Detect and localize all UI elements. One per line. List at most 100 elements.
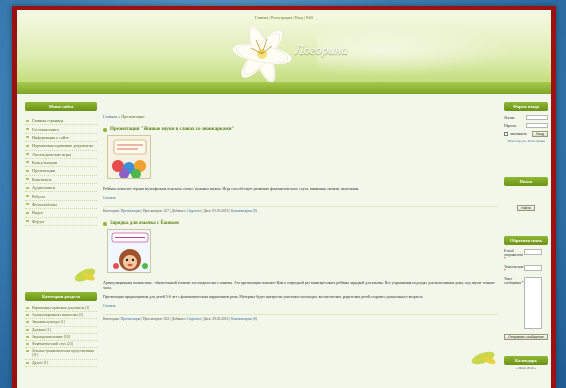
meta-comments-link[interactable]: Комментарии (0): [231, 209, 257, 213]
send-message-button[interactable]: Отправить сообщение: [504, 334, 548, 340]
right-sidebar: Форма входа Логин: Пароль: запомнить Вхо…: [504, 102, 548, 370]
meta-category-link[interactable]: Презентации: [120, 209, 140, 213]
remember-label: запомнить: [510, 132, 527, 136]
categories-title: Категории раздела: [25, 292, 97, 301]
menu-item-presentations[interactable]: Презентации: [25, 167, 97, 176]
site-title[interactable]: Логорина: [295, 42, 348, 58]
entry-text: Ребёнок помогает героям мультфильма отыс…: [103, 187, 360, 191]
meta-author-link[interactable]: Llogorina: [187, 209, 201, 213]
header-swirl-decoration: [317, 20, 537, 80]
menu-item-notes[interactable]: Конспекты: [25, 176, 97, 184]
calendar-month[interactable]: « Март 2016 »: [504, 366, 548, 370]
message-label: Текст сообщения *: [504, 277, 524, 285]
password-row: Пароль:: [504, 123, 548, 128]
search-block: Поиск Найти: [504, 177, 548, 214]
leaf-decoration-icon: [471, 351, 496, 365]
menu-item-audio[interactable]: Аудиозаписи: [25, 184, 97, 193]
entry-title[interactable]: Презентация "Живые звуки в словах со зво…: [103, 127, 497, 132]
password-input[interactable]: [526, 123, 548, 128]
hedgehog-thumbnail-icon: [108, 230, 150, 272]
breadcrumb-home-link[interactable]: Главная: [103, 114, 117, 119]
menu-item-video[interactable]: Видео: [25, 209, 97, 218]
message-field[interactable]: [524, 277, 542, 329]
search-button[interactable]: Найти: [517, 205, 535, 211]
meta-category-label: Категория:: [103, 209, 121, 213]
site-header: Главная | Регистрация | Вход | RSS Логор…: [17, 10, 551, 92]
entry-thumbnail[interactable]: [107, 229, 151, 273]
login-input[interactable]: [526, 115, 548, 120]
category-item[interactable]: Звуковая культура [1]: [25, 319, 97, 327]
meta-date: | Дата: 29.02.2016 |: [200, 317, 231, 321]
menu-item-photoalbums[interactable]: Фотоальбомы: [25, 201, 97, 210]
menu-item-games[interactable]: Логопедические игры: [25, 151, 97, 159]
meta-views: | Просмотров: 227 | Добавил:: [140, 209, 187, 213]
cartoon-thumbnail-icon: [108, 136, 150, 178]
entry-title-text[interactable]: Зарядка для язычка с Ёжиком: [110, 221, 179, 226]
menu-item-documents[interactable]: Нормативно-правовые документы: [25, 142, 97, 151]
forgot-register-links[interactable]: Забыл пароль | Регистрация: [504, 139, 548, 143]
meta-category-link[interactable]: Презентации: [120, 317, 140, 321]
contact-submit-row: Отправить сообщение: [504, 334, 548, 340]
subject-field[interactable]: [524, 265, 542, 271]
site-frame: Главная | Регистрация | Вход | RSS Логор…: [12, 6, 556, 388]
menu-block-title: Меню сайта: [25, 102, 97, 111]
meta-category-label: Категория:: [103, 317, 121, 321]
entry-text: Презентация предназначена для детей 5-6 …: [103, 295, 424, 299]
login-block-title: Форма входа: [504, 102, 548, 111]
category-item[interactable]: Нормативно-правовые документы [1]: [25, 305, 97, 313]
menu-item-home[interactable]: Главная страница: [25, 117, 97, 126]
page: Главная | Регистрация | Вход | RSS Логор…: [17, 10, 551, 388]
email-row: E-mail отправителя *: [504, 249, 548, 261]
entry-meta: Категория: Презентации | Просмотров: 343…: [103, 314, 497, 321]
left-sidebar: Меню сайта Главная страница Гостевая кни…: [25, 102, 97, 226]
breadcrumb-current: Презентации: [121, 114, 145, 119]
entry-title[interactable]: Зарядка для язычка с Ёжиком: [103, 221, 497, 226]
category-item[interactable]: Другое [1]: [25, 360, 97, 367]
meta-views: | Просмотров: 343 | Добавил:: [140, 317, 187, 321]
calendar-block: Календарь « Март 2016 »: [504, 356, 548, 370]
subject-row: Тема письма *: [504, 265, 548, 273]
site-menu: Главная страница Гостевая книга Информац…: [25, 117, 97, 226]
category-item[interactable]: Дыхание [1]: [25, 327, 97, 334]
entry-download-link[interactable]: Скачать: [103, 304, 497, 308]
entry-text: Артикуляционная гимнастика - обязательны…: [103, 281, 495, 290]
meta-comments-link[interactable]: Комментарии (0): [231, 317, 257, 321]
entry-download-link[interactable]: Скачать: [103, 196, 497, 200]
login-form: Логин: Пароль: запомнить Вход Забыл паро…: [504, 115, 548, 143]
login-submit-button[interactable]: Вход: [532, 131, 548, 137]
meta-author-link[interactable]: Llogorina: [187, 317, 201, 321]
category-item[interactable]: Лексико-грамматические представления [11…: [25, 348, 97, 360]
categories-block: Категории раздела Нормативно-правовые до…: [25, 292, 97, 367]
contact-form: E-mail отправителя * Тема письма * Текст…: [504, 249, 548, 340]
message-row: Текст сообщения *: [504, 277, 548, 329]
entry-bullet-icon: [103, 127, 107, 132]
search-row: Найти: [504, 196, 548, 214]
entry-thumbnail[interactable]: [107, 135, 151, 179]
email-field[interactable]: [524, 249, 542, 255]
category-item[interactable]: Фонематический слух [23]: [25, 341, 97, 349]
leaf-decoration-icon: [74, 268, 96, 282]
email-label: E-mail отправителя *: [504, 249, 523, 261]
category-item[interactable]: Звукопроизношение [10]: [25, 334, 97, 342]
menu-item-about[interactable]: Информация о сайте: [25, 134, 97, 143]
contact-block: Обратная связь E-mail отправителя * Тема…: [504, 236, 548, 340]
login-label: Логин:: [504, 115, 516, 120]
entry: Презентация "Живые звуки в словах со зво…: [103, 127, 497, 213]
menu-item-guestbook[interactable]: Гостевая книга: [25, 125, 97, 134]
calendar-block-title: Календарь: [504, 356, 548, 365]
entry-title-text[interactable]: Презентация "Живые звуки в словах со зво…: [110, 127, 234, 132]
breadcrumb: Главная » Презентации: [103, 114, 497, 119]
menu-item-rebuses[interactable]: Ребусы: [25, 192, 97, 201]
remember-row: запомнить Вход: [504, 131, 548, 137]
remember-checkbox[interactable]: [504, 132, 508, 136]
contact-block-title: Обратная связь: [504, 236, 548, 245]
entry: Зарядка для язычка с Ёжиком Артикуляцион…: [103, 221, 497, 321]
menu-item-forum[interactable]: Форум: [25, 218, 97, 226]
main-content: Главная » Презентации Презентация "Живые…: [103, 114, 497, 321]
menu-item-consultations[interactable]: Консультации: [25, 159, 97, 168]
subject-label: Тема письма *: [504, 265, 524, 273]
password-label: Пароль:: [504, 123, 517, 128]
search-block-title: Поиск: [504, 177, 548, 186]
category-item[interactable]: Артикуляционная гимнастика [3]: [25, 312, 97, 320]
header-leaf-band: [17, 82, 551, 94]
